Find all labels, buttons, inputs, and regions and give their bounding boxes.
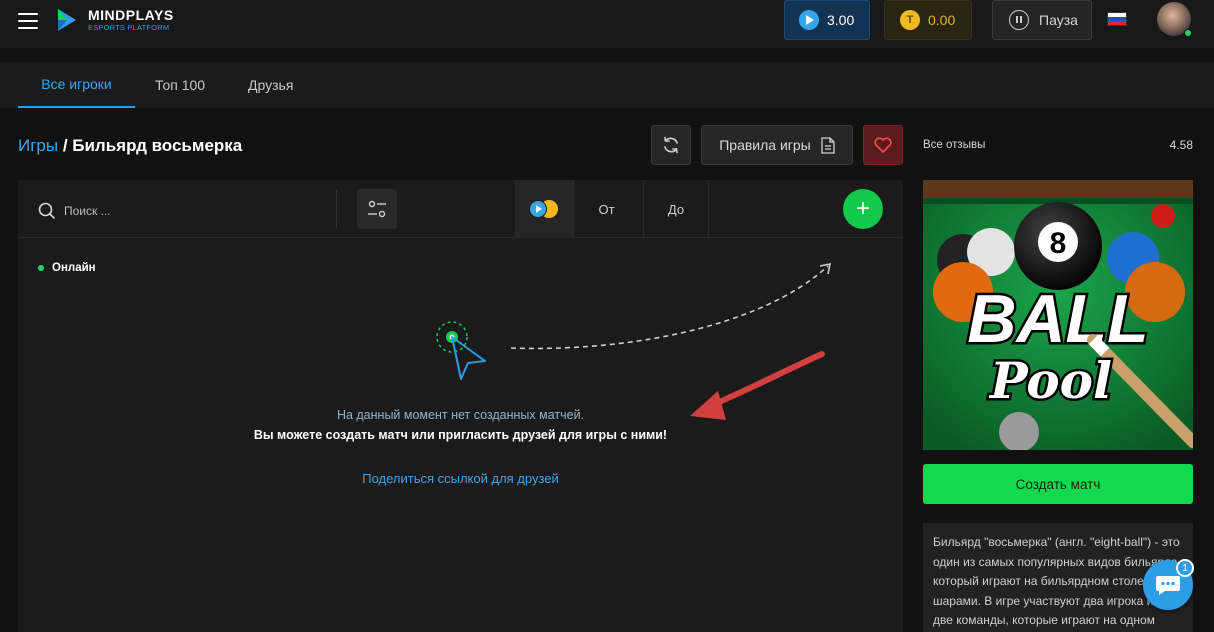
mindplays-logo-icon[interactable] [56,7,78,33]
8-ball-pool-artwork: 8 BALL Pool [923,180,1193,450]
heart-icon [874,137,892,153]
chat-icon [1156,576,1180,595]
gold-balance-value: 0.00 [928,12,956,28]
svg-text:8: 8 [1050,227,1067,260]
gold-coin-icon: T [900,10,920,30]
brand-name[interactable]: MINDPLAYS [88,7,174,23]
blue-balance-value: 3.00 [827,12,855,28]
online-status-dot [1184,29,1192,37]
cursor-click-icon [436,321,486,380]
empty-state-message: На данный момент нет созданных матчей. [336,408,585,422]
breadcrumb-games-link[interactable]: Игры [18,136,58,155]
dashed-arrow-icon [510,262,832,350]
share-link[interactable]: Поделиться ссылкой для друзей [18,471,903,486]
svg-text:BALL: BALL [967,281,1148,357]
players-tabs: Все игроки Топ 100 Друзья [0,62,1214,108]
favorite-button[interactable] [863,125,903,165]
breadcrumb-separator: / [58,136,73,155]
game-rating: 4.58 [1169,138,1193,152]
create-match-button[interactable]: Создать матч [923,464,1193,504]
page-title: Бильярд восьмерка [72,136,243,155]
document-icon [821,136,835,154]
game-cover-image: 8 BALL Pool [923,180,1193,450]
top-bar: MINDPLAYS ESPORTS PLATFORM 3.00 T 0.00 П… [0,0,1214,48]
breadcrumb: Игры / Бильярд восьмерка [18,136,242,156]
blue-coin-icon [799,10,819,30]
refresh-icon [664,136,678,154]
pause-icon [1009,10,1029,30]
gold-balance-button[interactable]: T 0.00 [884,0,972,40]
pause-label: Пауза [1039,12,1078,28]
svg-text:Pool: Pool [988,351,1112,410]
refresh-button[interactable] [651,125,691,165]
game-rules-button[interactable]: Правила игры [701,125,853,165]
blue-balance-button[interactable]: 3.00 [784,0,870,40]
empty-state-illustration [436,262,832,420]
tab-friends[interactable]: Друзья [248,62,293,108]
tab-top-100[interactable]: Топ 100 [155,62,205,108]
all-reviews-link[interactable]: Все отзывы [923,139,985,151]
chat-unread-badge: 1 [1176,559,1194,577]
ru-flag-icon[interactable] [1107,12,1127,26]
pause-button[interactable]: Пауза [992,0,1092,40]
tab-all-players[interactable]: Все игроки [18,62,135,108]
matches-panel: От До + Онлайн На данный момент нет созд… [18,180,903,632]
empty-state-hint: Вы можете создать матч или пригласить др… [253,428,668,442]
brand-subtitle: ESPORTS PLATFORM [88,23,170,32]
game-rules-label: Правила игры [719,137,811,153]
menu-icon[interactable] [18,13,38,29]
